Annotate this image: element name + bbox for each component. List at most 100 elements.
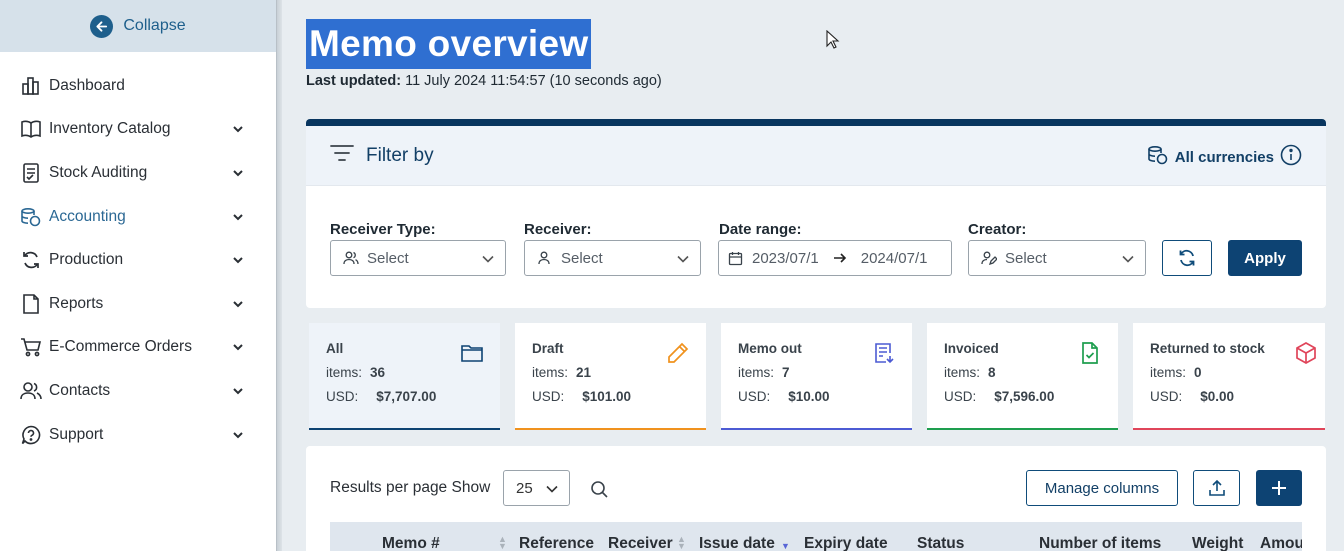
export-button[interactable]: [1193, 470, 1240, 506]
plus-icon: [1271, 480, 1287, 496]
items-count: 8: [988, 365, 996, 380]
date-to-input[interactable]: 2024/07/1: [861, 250, 928, 267]
filter-title: Filter by: [366, 144, 434, 166]
chevron-down-icon: [233, 257, 243, 264]
box-icon: [1296, 342, 1316, 364]
sidebar-item-production[interactable]: Production: [0, 240, 276, 280]
folder-icon: [461, 345, 483, 362]
status-card-items: items: 8: [944, 365, 1101, 380]
chevron-down-icon: [233, 432, 243, 439]
amount-value: $7,596.00: [994, 389, 1055, 404]
creator-select[interactable]: Select: [968, 240, 1146, 276]
receiver-label: Receiver:: [524, 221, 592, 238]
info-icon[interactable]: [1280, 144, 1302, 170]
reset-filters-button[interactable]: [1162, 240, 1212, 276]
sort-icon[interactable]: ▲ ▼: [677, 535, 686, 551]
book-icon: [20, 118, 42, 140]
status-card-invoiced[interactable]: Invoiced items: 8 USD: $7,596.00: [927, 323, 1118, 430]
amount-value: $0.00: [1200, 389, 1235, 404]
sidebar-item-support[interactable]: Support: [0, 415, 276, 455]
status-card-items: items: 21: [532, 365, 689, 380]
sidebar-item-e-commerce-orders[interactable]: E-Commerce Orders: [0, 327, 276, 367]
sidebar: Collapse Dashboard Inventory Catalog Sto…: [0, 0, 276, 551]
currency-label: USD:: [944, 389, 977, 404]
sidebar-item-reports[interactable]: Reports: [0, 284, 276, 324]
status-card-all[interactable]: All items: 36 USD: $7,707.00: [309, 323, 500, 430]
items-label: items:: [944, 365, 981, 380]
filter-icon: [330, 144, 354, 167]
manage-columns-button[interactable]: Manage columns: [1026, 470, 1178, 506]
sidebar-item-label: Dashboard: [49, 77, 125, 94]
status-card-items: items: 7: [738, 365, 895, 380]
file-check-icon: [1082, 342, 1098, 364]
date-range-picker[interactable]: 2023/07/1 2024/07/1: [718, 240, 952, 276]
add-memo-button[interactable]: [1256, 470, 1302, 506]
status-card-amount: USD: $10.00: [738, 389, 895, 404]
column-header-amount[interactable]: Amou: [1260, 535, 1302, 551]
sidebar-item-inventory-catalog[interactable]: Inventory Catalog: [0, 109, 276, 149]
page-title: Memo overview: [306, 19, 592, 69]
pencil-icon: [668, 342, 689, 363]
column-header-receiver[interactable]: Receiver: [608, 535, 673, 551]
column-header-memo[interactable]: Memo #: [382, 535, 440, 551]
chevron-down-icon: [233, 388, 243, 395]
column-header-status[interactable]: Status: [917, 535, 964, 551]
status-card-amount: USD: $7,596.00: [944, 389, 1101, 404]
creator-label: Creator:: [968, 221, 1027, 238]
search-icon[interactable]: [590, 480, 609, 504]
status-card-name: Returned to stock: [1150, 341, 1265, 356]
status-card-items: items: 0: [1150, 365, 1308, 380]
apply-button[interactable]: Apply: [1228, 240, 1302, 276]
status-card-memo-out[interactable]: Memo out items: 7 USD: $10.00: [721, 323, 912, 430]
date-from-input[interactable]: 2023/07/1: [752, 250, 819, 267]
chevron-down-icon: [233, 170, 243, 177]
sidebar-item-stock-auditing[interactable]: Stock Auditing: [0, 153, 276, 193]
items-count: 36: [370, 365, 386, 380]
status-card-returned-to-stock[interactable]: Returned to stock items: 0 USD: $0.00: [1133, 323, 1325, 430]
currency-label: USD:: [1150, 389, 1183, 404]
chevron-down-icon: [546, 485, 558, 493]
sidebar-item-contacts[interactable]: Contacts: [0, 371, 276, 411]
refresh-icon: [1177, 248, 1197, 268]
coins-icon: [1147, 145, 1169, 169]
status-card-amount: USD: $101.00: [532, 389, 689, 404]
status-card-draft[interactable]: Draft items: 21 USD: $101.00: [515, 323, 706, 430]
sidebar-item-label: Inventory Catalog: [49, 120, 171, 137]
last-updated-value: 11 July 2024 11:54:57 (10 seconds ago): [405, 73, 662, 89]
sidebar-resize-handle[interactable]: [276, 0, 282, 551]
per-page-select[interactable]: 25: [503, 470, 570, 506]
cart-icon: [20, 336, 42, 358]
memo-out-icon: [875, 343, 894, 364]
table-header: Memo # ▲ ▼ Reference Receiver ▲ ▼ Issue da…: [330, 522, 1302, 551]
date-range-label: Date range:: [719, 221, 802, 238]
sidebar-item-label: Accounting: [49, 208, 126, 225]
currencies-selector[interactable]: All currencies: [1147, 144, 1302, 170]
items-label: items:: [738, 365, 775, 380]
sidebar-item-dashboard[interactable]: Dashboard: [0, 66, 276, 106]
currencies-label: All currencies: [1174, 148, 1274, 166]
last-updated: Last updated: 11 July 2024 11:54:57 (10 …: [306, 73, 662, 89]
calendar-icon: [728, 250, 744, 266]
column-header-expiry-date[interactable]: Expiry date: [804, 535, 888, 551]
chevron-down-icon: [233, 214, 243, 221]
column-header-number-of-items[interactable]: Number of items: [1039, 535, 1161, 551]
refresh-icon: [20, 249, 42, 271]
per-page-value: 25: [516, 479, 533, 497]
column-header-weight[interactable]: Weight: [1192, 535, 1243, 551]
collapse-button[interactable]: Collapse: [0, 0, 276, 52]
sort-icon[interactable]: ▲ ▼: [498, 535, 507, 551]
currency-label: USD:: [738, 389, 771, 404]
receiver-type-select[interactable]: Select: [330, 240, 506, 276]
arrow-right-icon: [833, 252, 847, 264]
column-header-reference[interactable]: Reference: [519, 535, 594, 551]
receiver-select[interactable]: Select: [524, 240, 701, 276]
sort-desc-icon[interactable]: ▼: [781, 536, 790, 551]
chevron-down-icon: [482, 255, 494, 263]
items-label: items:: [326, 365, 363, 380]
sidebar-item-label: Contacts: [49, 382, 111, 399]
chevron-down-icon: [1122, 255, 1134, 263]
column-header-issue-date[interactable]: Issue date: [699, 535, 775, 551]
clipboard-check-icon: [20, 162, 42, 184]
sidebar-item-accounting[interactable]: Accounting: [0, 197, 276, 237]
dashboard-icon: [20, 75, 42, 97]
